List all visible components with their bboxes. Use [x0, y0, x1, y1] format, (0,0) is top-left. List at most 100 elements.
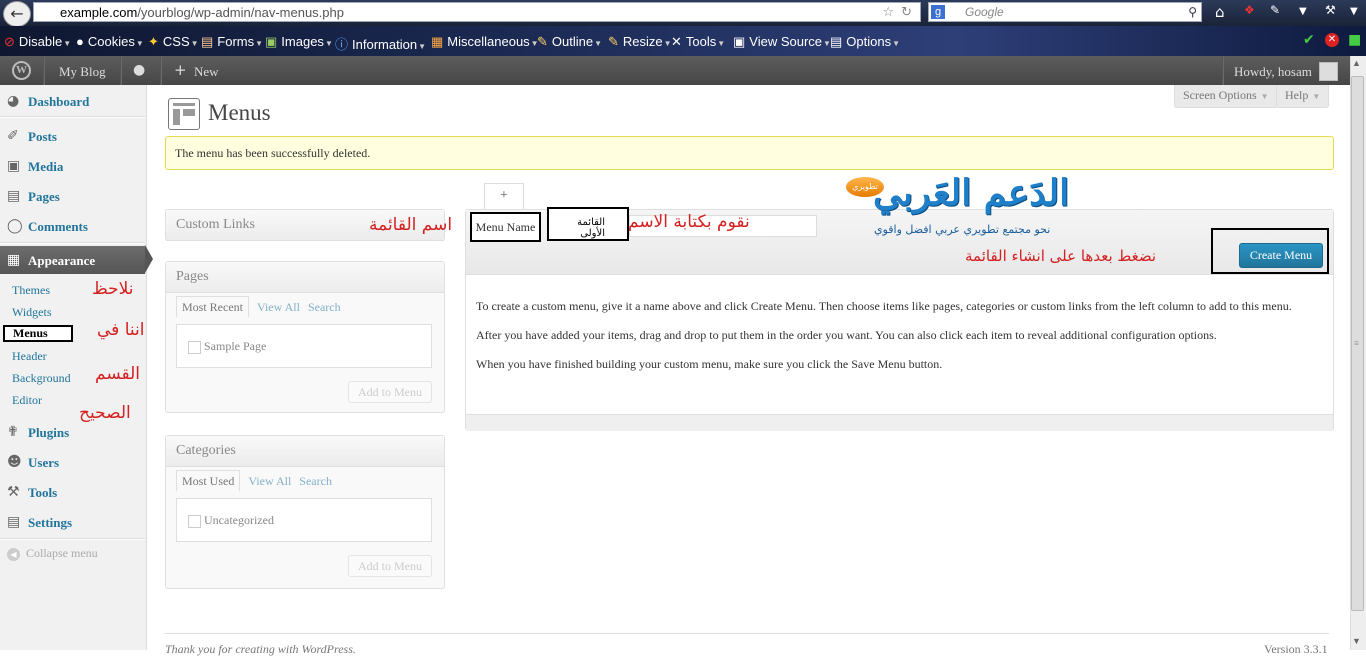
add-to-menu-button[interactable]: Add to Menu: [348, 381, 432, 403]
toolbar-options[interactable]: ▤ Options▼: [830, 34, 900, 50]
home-icon[interactable]: ⌂: [1215, 3, 1225, 21]
sidebar-item-users[interactable]: ☻ Users: [0, 448, 145, 476]
cookies-icon: ●: [76, 34, 84, 49]
tab-view-all[interactable]: View All: [248, 474, 291, 488]
browser-url-bar: ← example.com/yourblog/wp-admin/nav-menu…: [0, 0, 1366, 27]
sidebar-item-pages[interactable]: ▤ Pages: [0, 182, 145, 210]
bookmark-star-icon[interactable]: ☆: [882, 3, 894, 23]
toolbar-tools[interactable]: ✕ Tools▼: [671, 34, 725, 50]
media-icon: ▣: [7, 158, 21, 174]
list-item[interactable]: Sample Page: [204, 339, 266, 354]
toolbar-miscellaneous[interactable]: ▦ Miscellaneous▼: [431, 34, 539, 50]
categories-tabs: Most Used View All Search: [176, 470, 332, 491]
miscellaneous-icon: ▦: [431, 34, 444, 49]
pages-tabs: Most Recent View All Search: [176, 296, 341, 317]
css-icon: ✦: [148, 34, 159, 49]
address-field[interactable]: example.com/yourblog/wp-admin/nav-menus.…: [33, 2, 921, 22]
site-name-link[interactable]: My Blog: [59, 64, 106, 80]
tab-view-all[interactable]: View All: [257, 300, 300, 314]
wp-admin-bar: W My Blog ● + New Howdy, hosam: [0, 56, 1366, 85]
pages-box-title[interactable]: Pages: [166, 262, 444, 293]
divider: [0, 538, 145, 540]
collapse-menu-button[interactable]: ◀ Collapse menu: [7, 546, 98, 561]
add-to-menu-button[interactable]: Add to Menu: [348, 555, 432, 577]
annotation-menu-name: اسم القائمة: [369, 215, 453, 235]
reload-icon[interactable]: ↻: [901, 3, 912, 23]
toolbar-information[interactable]: ⓘ Information▼: [335, 34, 426, 53]
view-source-icon: ▣: [733, 34, 746, 49]
scroll-down-arrow-icon[interactable]: ▼: [1352, 636, 1361, 646]
add-menu-tab[interactable]: +: [484, 183, 524, 210]
wordpress-logo-icon[interactable]: W: [12, 61, 31, 80]
help-button[interactable]: Help ▼: [1276, 85, 1330, 108]
toolbar-cookies[interactable]: ● Cookies▼: [76, 34, 144, 49]
tab-most-used[interactable]: Most Used: [176, 470, 241, 491]
instruction-text: After you have added your items, drag an…: [476, 328, 1217, 342]
google-icon[interactable]: g: [931, 5, 945, 19]
error-icon[interactable]: ✕: [1325, 33, 1339, 47]
categories-box-title[interactable]: Categories: [166, 436, 444, 467]
submenu-themes[interactable]: Themes: [12, 283, 50, 298]
annotation-write-name: نقوم بكتابة الاسم: [628, 212, 750, 232]
disable-icon: ⊘: [4, 34, 15, 49]
footer-divider: [165, 633, 1329, 634]
create-menu-button[interactable]: Create Menu: [1239, 243, 1323, 268]
pages-box: Pages Most Recent View All Search Sample P…: [165, 261, 445, 413]
sidebar-item-dashboard[interactable]: ◕ Dashboard: [0, 87, 145, 115]
avatar[interactable]: [1319, 62, 1338, 81]
checkbox[interactable]: [188, 341, 201, 354]
images-icon: ▣: [265, 34, 278, 49]
list-item[interactable]: Uncategorized: [204, 513, 274, 528]
menu-name-label: Menu Name: [470, 212, 541, 242]
search-icon[interactable]: ⚲: [1188, 3, 1197, 21]
submenu-background[interactable]: Background: [12, 371, 71, 386]
checkbox[interactable]: [188, 515, 201, 528]
sidebar-item-appearance[interactable]: ▦ Appearance: [0, 246, 145, 274]
outline-pencil-icon: ✎: [537, 34, 548, 49]
tools-wrench-icon: ✕: [671, 34, 682, 49]
divider: [160, 56, 162, 85]
plus-icon[interactable]: +: [174, 61, 187, 79]
divider: [120, 56, 122, 85]
information-icon: ⓘ: [335, 37, 349, 52]
menu-chevron-down-icon[interactable]: ▼: [1299, 6, 1307, 17]
comments-bubble-icon[interactable]: ●: [133, 62, 145, 78]
submenu-widgets[interactable]: Widgets: [12, 305, 52, 320]
annotation-note-2: اننا في: [97, 320, 145, 340]
new-content-link[interactable]: New: [194, 64, 219, 80]
validate-icon[interactable]: ■: [1348, 32, 1361, 48]
screen-options-button[interactable]: Screen Options ▼: [1174, 85, 1278, 108]
submenu-header[interactable]: Header: [12, 349, 47, 364]
scroll-up-arrow-icon[interactable]: ▲: [1352, 58, 1361, 68]
sidebar-item-comments[interactable]: ◯ Comments: [0, 212, 145, 240]
tab-most-recent[interactable]: Most Recent: [176, 296, 249, 317]
overflow-chevron-icon[interactable]: ▼: [1350, 6, 1358, 17]
toolbar-outline[interactable]: ✎ Outline▼: [537, 34, 602, 50]
sidebar-item-media[interactable]: ▣ Media: [0, 152, 145, 180]
sidebar-item-settings[interactable]: ▤ Settings: [0, 508, 145, 536]
toolbar-view-source[interactable]: ▣ View Source▼: [733, 34, 831, 50]
back-button[interactable]: ←: [3, 1, 31, 27]
tools-icon[interactable]: ⚒: [1325, 3, 1336, 17]
tab-search[interactable]: Search: [308, 300, 341, 314]
aldaam-logo-badge: تطويري: [846, 177, 884, 197]
tab-search[interactable]: Search: [299, 474, 332, 488]
menu-editor-footer: [466, 414, 1333, 431]
toolbar-resize[interactable]: ✎ Resize▼: [608, 34, 672, 50]
aldaam-logo-title: الدَعم العَربي: [873, 172, 1070, 214]
sidebar-item-posts[interactable]: ✐ Posts: [0, 122, 145, 150]
search-input[interactable]: g Google ⚲: [928, 2, 1202, 22]
submenu-menus[interactable]: Menus: [3, 325, 73, 342]
annotation-note-4: الصحيح: [79, 403, 131, 423]
toolbar-forms[interactable]: ▤ Forms▼: [201, 34, 263, 50]
menu-name-input[interactable]: القائمة الأولى: [547, 207, 629, 241]
submenu-editor[interactable]: Editor: [12, 393, 42, 408]
toolbar-images[interactable]: ▣ Images▼: [265, 34, 333, 50]
toolbar-css[interactable]: ✦ CSS▼: [148, 34, 199, 50]
toolbar-disable[interactable]: ⊘ Disable▼: [4, 34, 71, 50]
addon-icon[interactable]: ❖: [1244, 3, 1255, 17]
pen-icon[interactable]: ✎: [1270, 3, 1280, 17]
howdy-user-link[interactable]: Howdy, hosam: [1234, 64, 1312, 80]
check-icon[interactable]: ✔: [1303, 32, 1315, 48]
sidebar-item-tools[interactable]: ⚒ Tools: [0, 478, 145, 506]
